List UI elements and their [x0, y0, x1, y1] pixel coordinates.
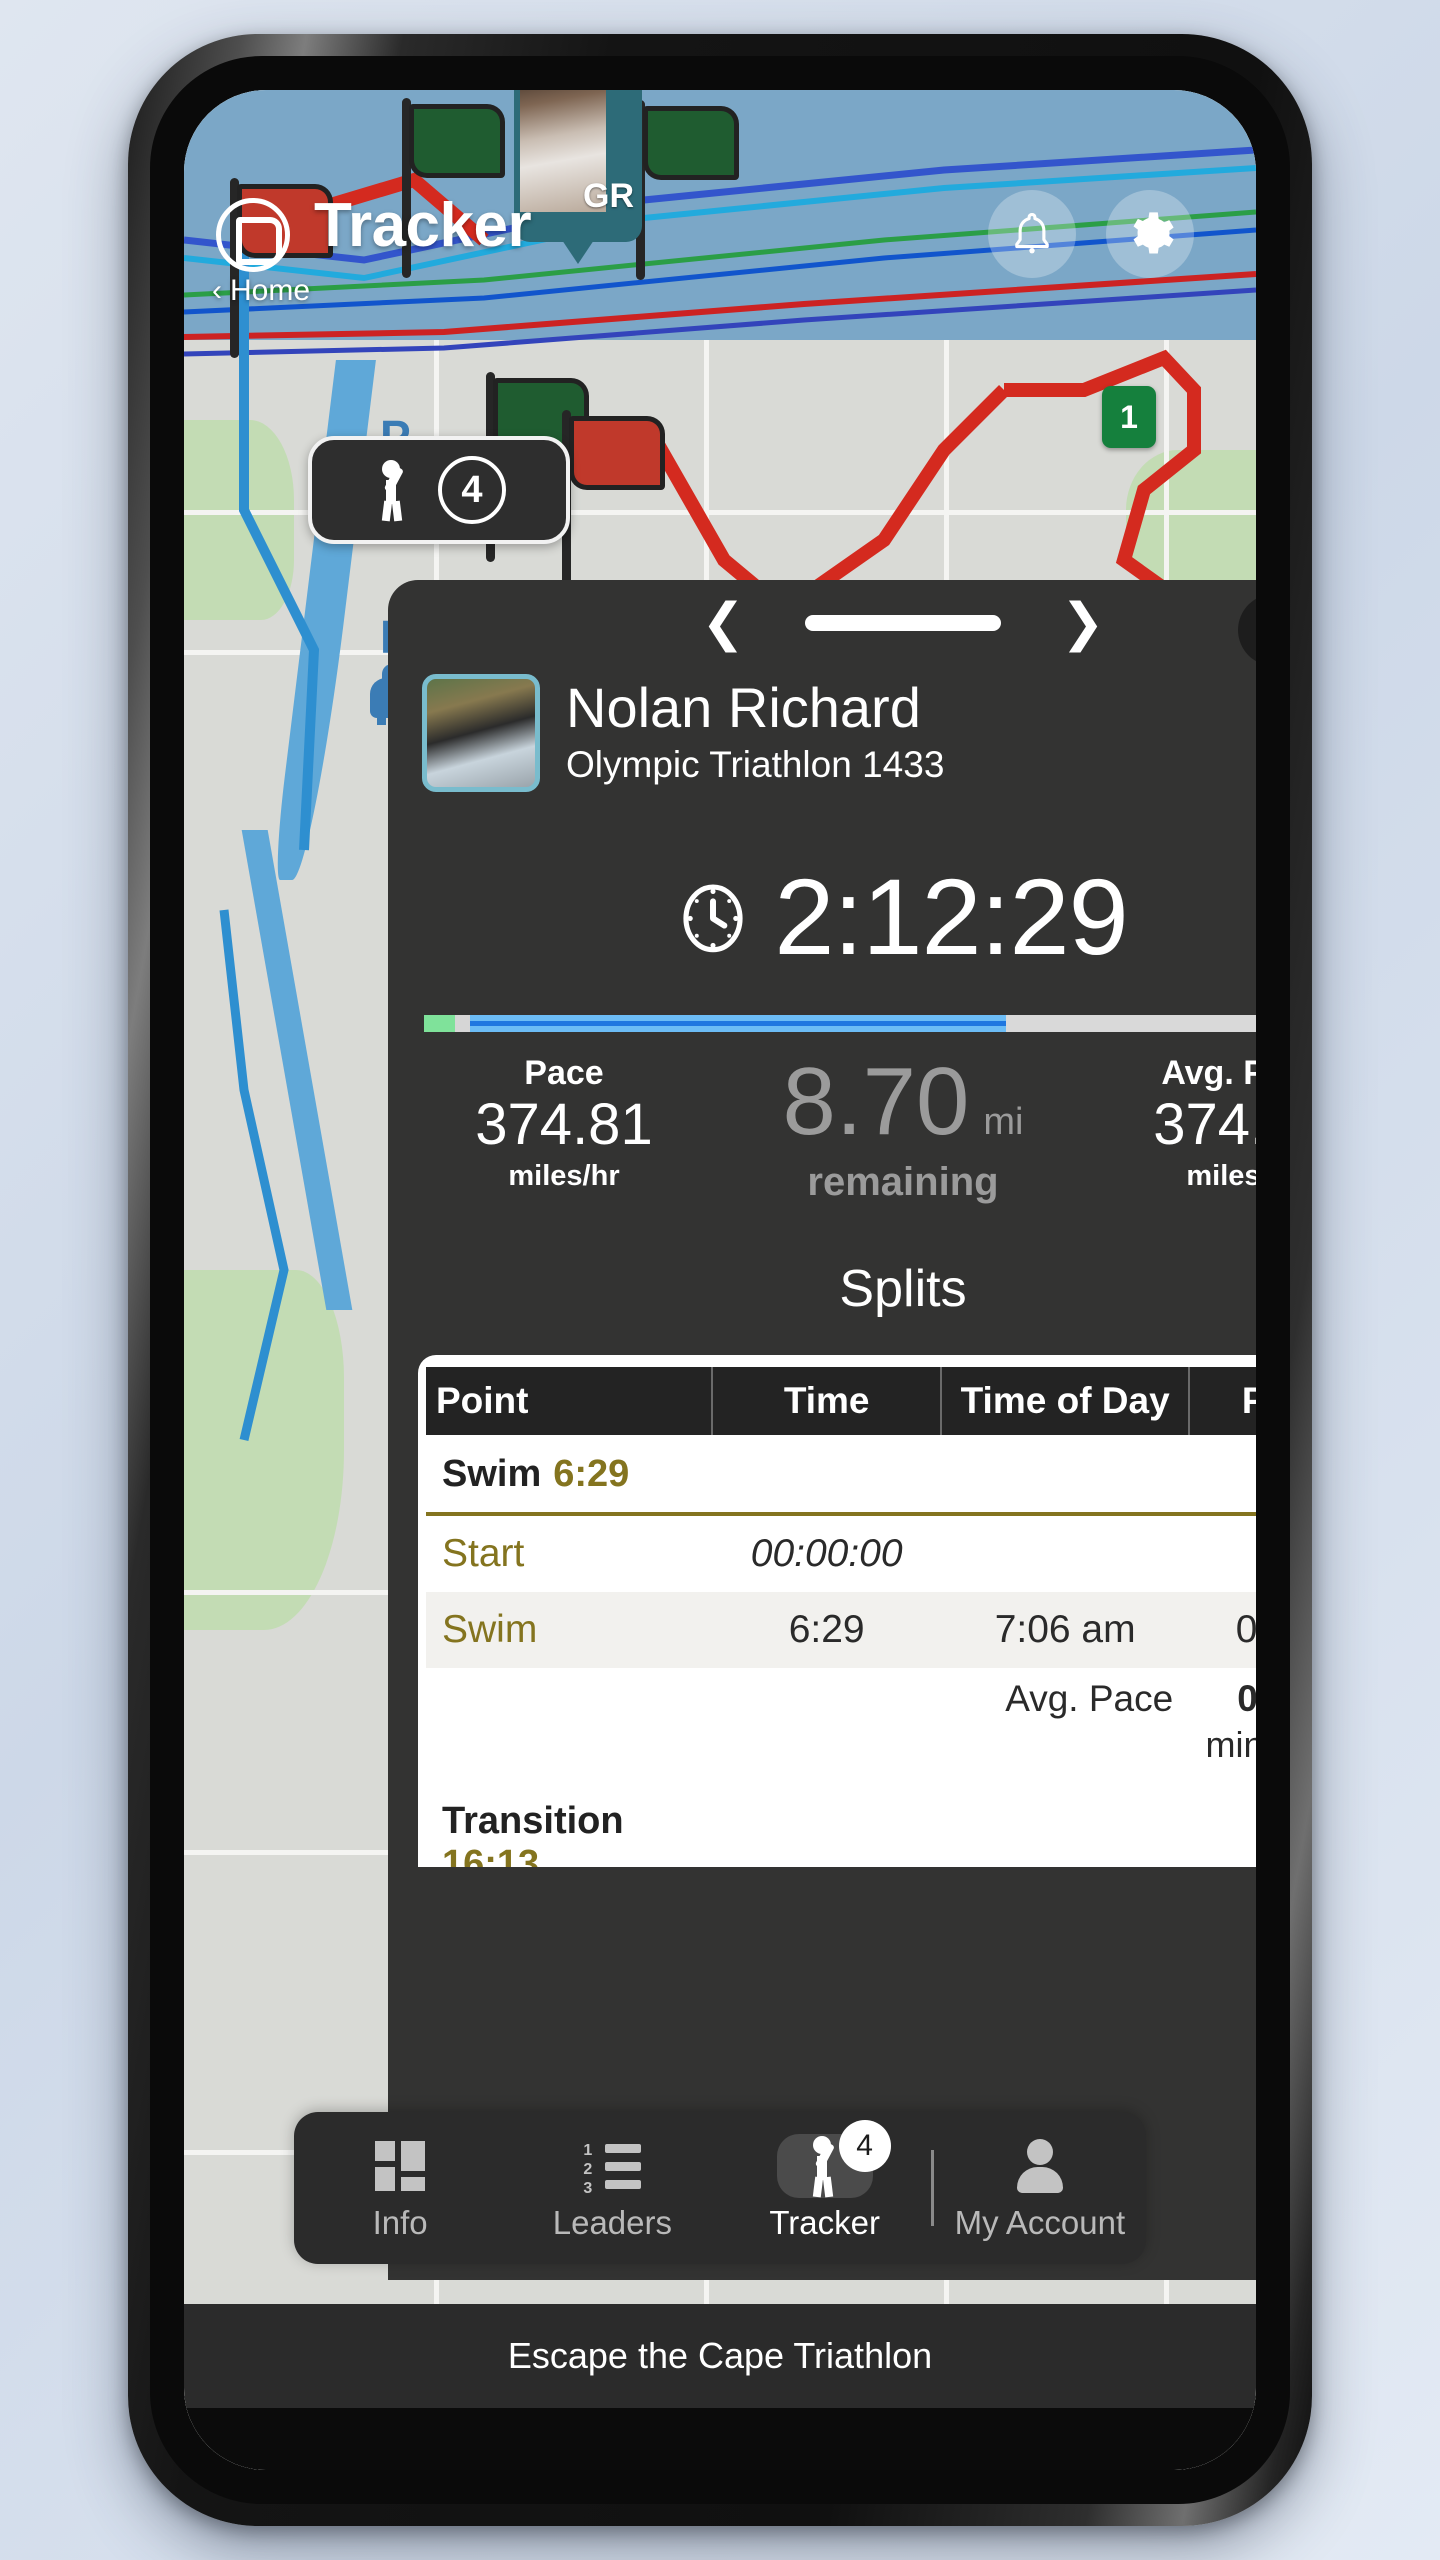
- splits-panel[interactable]: Point Time Time of Day Pace Swim 6:29: [418, 1355, 1256, 1867]
- section-avg-pace-value: 00:24: [1237, 1678, 1256, 1719]
- nav-label-tracker: Tracker: [769, 2204, 880, 2241]
- avg-pace-label: Avg. Pace: [1161, 1054, 1256, 1092]
- share-button[interactable]: [1238, 594, 1256, 666]
- section-summary-row: Avg. Pace 00:24: [426, 1668, 1256, 1720]
- mile-marker: 1: [1102, 386, 1156, 448]
- chevron-left-icon: ‹: [212, 274, 222, 307]
- pace-unit: miles/hr: [508, 1159, 620, 1192]
- nav-item-tracker[interactable]: 4 Tracker: [719, 2112, 931, 2264]
- card-action-buttons: [1238, 594, 1256, 666]
- athlete-event-and-bib: Olympic Triathlon 1433: [566, 744, 945, 786]
- card-nav-bar: ❮ ❯: [388, 580, 1256, 666]
- progress-segment-swim: [424, 1015, 455, 1032]
- section-avg-pace-label: Avg. Pace: [1005, 1678, 1174, 1719]
- nav-item-leaders[interactable]: 1 2 3 Leaders: [506, 2112, 718, 2264]
- settings-gear-icon: [1133, 212, 1174, 254]
- distance-remaining-stat: 8.70 mi remaining: [694, 1054, 1112, 1205]
- grid-blocks-icon: [375, 2141, 426, 2191]
- screen-bottom-bar: [184, 2406, 1256, 2470]
- split-pace: 00:24: [1235, 1608, 1256, 1651]
- pace-value: 374.81: [475, 1092, 653, 1157]
- splits-section-header: Swim 6:29: [426, 1435, 1256, 1510]
- nav-item-my-account[interactable]: My Account: [934, 2112, 1146, 2264]
- athlete-identity-row: Nolan Richard Olympic Triathlon 1433: [388, 666, 1256, 792]
- phone-screen: P P 1 GR Tracker ‹ Home: [184, 90, 1256, 2470]
- bottom-navigation: Info 1 2 3 Leaders 4 Tracker My Account: [294, 2112, 1146, 2264]
- card-drag-handle[interactable]: [805, 615, 1001, 631]
- nav-label-leaders: Leaders: [552, 2204, 672, 2241]
- nav-label-my-account: My Account: [954, 2204, 1126, 2241]
- nav-item-info[interactable]: Info: [294, 2112, 506, 2264]
- ranked-list-icon: 1 2 3: [583, 2141, 642, 2197]
- nav-label-info: Info: [372, 2204, 428, 2241]
- notification-bell-icon: [1015, 212, 1049, 254]
- elapsed-timer: 2:12:29: [388, 854, 1256, 979]
- settings-button[interactable]: [1106, 190, 1194, 278]
- column-header-point: Point: [426, 1367, 713, 1435]
- athlete-count-badge: 4: [438, 456, 506, 524]
- phone-device-frame: P P 1 GR Tracker ‹ Home: [128, 34, 1312, 2526]
- split-time: 6:29: [788, 1608, 865, 1651]
- avg-pace-unit: miles/hr: [1186, 1159, 1256, 1192]
- split-time: 00:00:00: [750, 1532, 903, 1575]
- remaining-distance-value: 8.70: [782, 1048, 970, 1155]
- back-link-label: Home: [230, 274, 311, 307]
- athlete-count-pill[interactable]: 4: [308, 436, 570, 544]
- page-title: Tracker: [314, 191, 532, 260]
- split-point: Start: [442, 1532, 525, 1575]
- elapsed-time-value: 2:12:29: [774, 856, 1128, 977]
- split-time-of-day: 7:06 am: [994, 1608, 1136, 1651]
- section-summary-unit-row: min/100m: [426, 1720, 1256, 1782]
- column-header-time: Time: [711, 1367, 942, 1435]
- section-time: 6:29: [553, 1453, 630, 1495]
- section-name: Swim: [442, 1453, 542, 1495]
- back-to-home-link[interactable]: ‹ Home: [212, 274, 310, 308]
- progress-segment-gap: [454, 1015, 470, 1032]
- table-row[interactable]: Start 00:00:00 ---: [426, 1514, 1256, 1592]
- progress-segment-completed: [469, 1015, 1007, 1032]
- section-time: 16:13: [442, 1843, 540, 1867]
- tracker-count-badge: 4: [838, 2120, 891, 2172]
- average-pace-stat: Avg. Pace 374.81 miles/hr: [1112, 1054, 1256, 1193]
- avg-pace-value: 374.81: [1153, 1092, 1256, 1157]
- section-avg-pace-unit: min/100m: [1205, 1724, 1256, 1765]
- split-pace: ---: [1189, 1514, 1256, 1592]
- pace-label: Pace: [524, 1054, 604, 1092]
- next-athlete-button[interactable]: ❯: [1061, 597, 1105, 649]
- splits-heading: Splits: [839, 1260, 967, 1318]
- app-header: Tracker ‹ Home: [184, 190, 1256, 320]
- race-progress-bar: [424, 1015, 1256, 1032]
- pace-stats-row: Pace 374.81 miles/hr 8.70 mi remaining A…: [388, 1032, 1256, 1205]
- split-time-of-day: [941, 1514, 1189, 1592]
- athlete-avatar[interactable]: [422, 674, 540, 792]
- previous-athlete-button[interactable]: ❮: [701, 597, 745, 649]
- column-header-pace: Pace: [1188, 1367, 1256, 1435]
- table-row[interactable]: Swim 6:29 7:06 am 00:24: [426, 1592, 1256, 1668]
- current-pace-stat: Pace 374.81 miles/hr: [434, 1054, 694, 1193]
- splits-table-header-row: Point Time Time of Day Pace: [426, 1367, 1256, 1435]
- athlete-name: Nolan Richard: [566, 676, 921, 739]
- section-name: Transition: [442, 1800, 624, 1842]
- splits-section-header: Transition 16:13: [426, 1782, 1256, 1867]
- column-header-time-of-day: Time of Day: [940, 1367, 1190, 1435]
- person-waving-icon: [372, 460, 416, 522]
- remaining-label: remaining: [807, 1160, 999, 1204]
- athlete-detail-card: ❮ ❯ Nolan Richard Olympic Triathlon 1433…: [388, 580, 1256, 2280]
- splits-table: Point Time Time of Day Pace Swim 6:29: [426, 1367, 1256, 1867]
- brand-d-logo-icon: [216, 198, 290, 272]
- clock-icon: [683, 884, 743, 952]
- event-name-footer: Escape the Cape Triathlon: [184, 2304, 1256, 2408]
- notifications-button[interactable]: [988, 190, 1076, 278]
- remaining-distance-unit: mi: [983, 1101, 1024, 1143]
- split-point: Swim: [442, 1608, 538, 1651]
- user-account-icon: [1014, 2139, 1066, 2193]
